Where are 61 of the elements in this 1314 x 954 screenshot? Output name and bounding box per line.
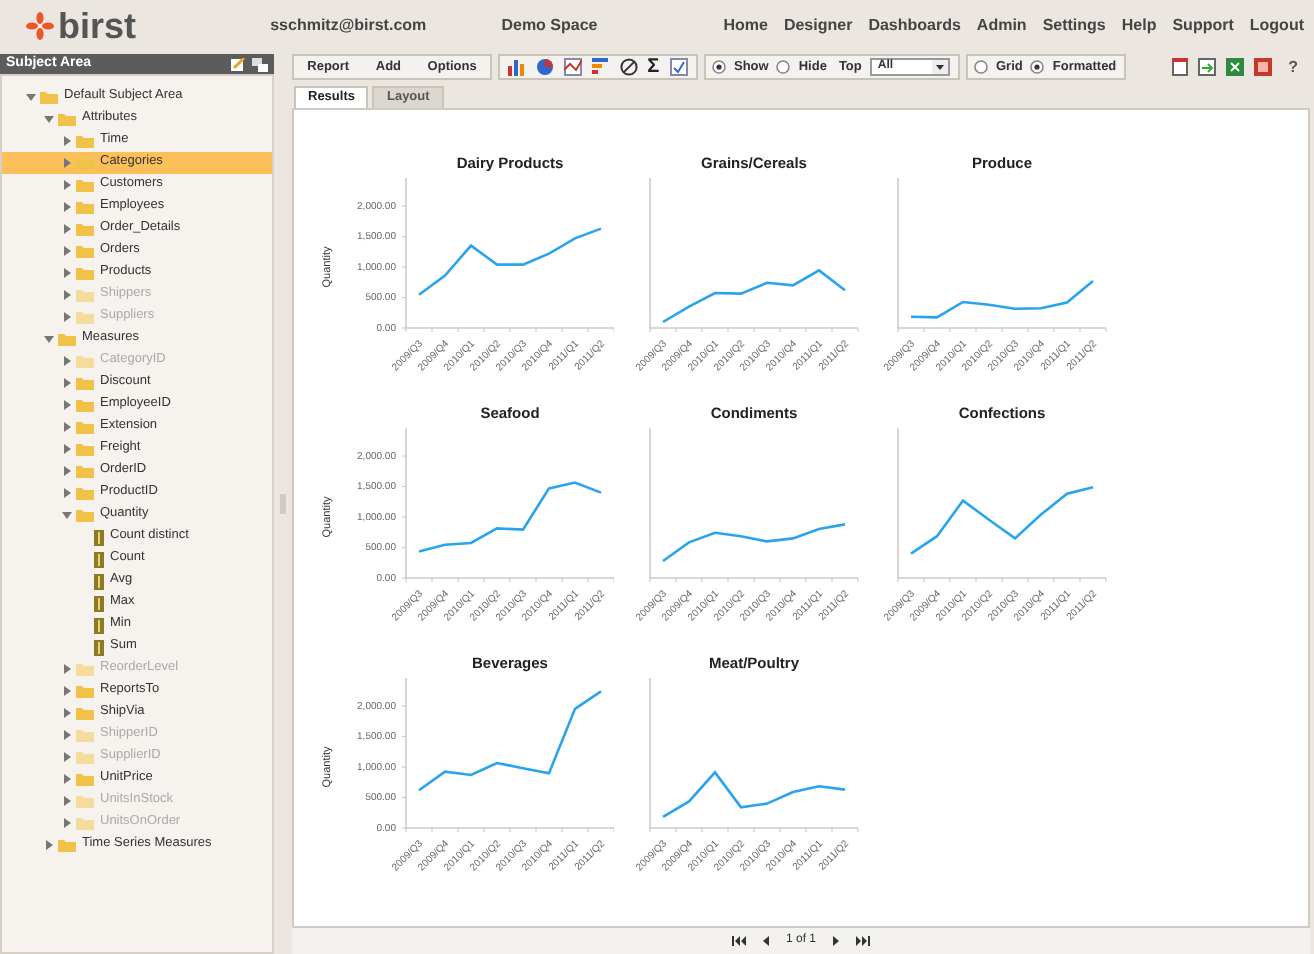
radio-button[interactable] bbox=[712, 60, 726, 74]
caret-icon[interactable] bbox=[62, 268, 72, 278]
caret-icon[interactable] bbox=[62, 488, 72, 498]
caret-icon[interactable] bbox=[62, 510, 72, 520]
previous-page-icon[interactable] bbox=[761, 936, 770, 946]
caret-icon[interactable] bbox=[62, 158, 72, 168]
measure-icon bbox=[94, 617, 104, 633]
nav-link[interactable]: Help bbox=[1121, 14, 1157, 38]
caret-icon[interactable] bbox=[62, 136, 72, 146]
measure-icon bbox=[94, 529, 104, 545]
caret-icon[interactable] bbox=[62, 224, 72, 234]
radio-button[interactable] bbox=[974, 60, 988, 74]
caret-icon[interactable] bbox=[44, 334, 54, 344]
nav-link[interactable]: Settings bbox=[1042, 14, 1106, 38]
caret-icon[interactable] bbox=[62, 774, 72, 784]
nav-link[interactable]: Admin bbox=[976, 14, 1027, 38]
horizontal-bar-icon[interactable] bbox=[591, 58, 610, 76]
space-name: Demo Space bbox=[501, 14, 600, 38]
radio-button[interactable] bbox=[776, 60, 791, 74]
nav-link[interactable]: Support bbox=[1172, 14, 1234, 38]
first-page-icon[interactable] bbox=[731, 936, 746, 946]
windows-icon[interactable] bbox=[252, 57, 268, 71]
caret-icon[interactable] bbox=[62, 180, 72, 190]
no-entry-icon[interactable] bbox=[619, 58, 638, 76]
spreadsheet-icon[interactable] bbox=[1226, 58, 1245, 76]
grid-chart-icon[interactable] bbox=[564, 58, 583, 76]
sum-button[interactable]: Σ bbox=[647, 57, 660, 77]
caret-icon[interactable] bbox=[62, 466, 72, 476]
caret-icon[interactable] bbox=[62, 686, 72, 696]
document-icon[interactable] bbox=[1172, 58, 1189, 76]
nav-link[interactable]: Logout bbox=[1249, 14, 1304, 38]
measure-icon bbox=[94, 639, 104, 655]
checklist-icon[interactable] bbox=[669, 58, 687, 76]
logo-text: birst bbox=[58, 8, 137, 44]
nav-link[interactable]: Dashboards bbox=[868, 14, 961, 38]
caret-icon[interactable] bbox=[62, 246, 72, 256]
caret-icon[interactable] bbox=[62, 422, 72, 432]
last-page-icon[interactable] bbox=[856, 936, 870, 946]
caret-icon[interactable] bbox=[26, 92, 36, 102]
nav-link[interactable]: Designer bbox=[783, 14, 853, 38]
caret-icon[interactable] bbox=[62, 202, 72, 212]
edit-icon[interactable] bbox=[230, 57, 246, 71]
nav-link[interactable]: Home bbox=[723, 14, 768, 38]
caret-icon[interactable] bbox=[44, 840, 54, 850]
dropdown-icon bbox=[931, 60, 948, 74]
help-button[interactable]: ? bbox=[1288, 55, 1298, 79]
radio-button[interactable] bbox=[1030, 60, 1045, 74]
pie-chart-icon[interactable] bbox=[536, 58, 555, 76]
measure-icon bbox=[94, 551, 104, 567]
caret-icon[interactable] bbox=[62, 444, 72, 454]
caret-icon[interactable] bbox=[44, 114, 54, 124]
logo-icon bbox=[26, 12, 54, 40]
caret-icon[interactable] bbox=[62, 708, 72, 718]
export-icon[interactable] bbox=[1198, 58, 1217, 76]
measure-icon bbox=[94, 595, 104, 611]
bar-chart-icon[interactable] bbox=[508, 58, 527, 76]
next-page-icon[interactable] bbox=[832, 936, 840, 946]
caret-icon[interactable] bbox=[62, 378, 72, 388]
measure-icon bbox=[94, 573, 104, 589]
user-email: sschmitz@birst.com bbox=[270, 14, 429, 38]
caret-icon[interactable] bbox=[62, 400, 72, 410]
